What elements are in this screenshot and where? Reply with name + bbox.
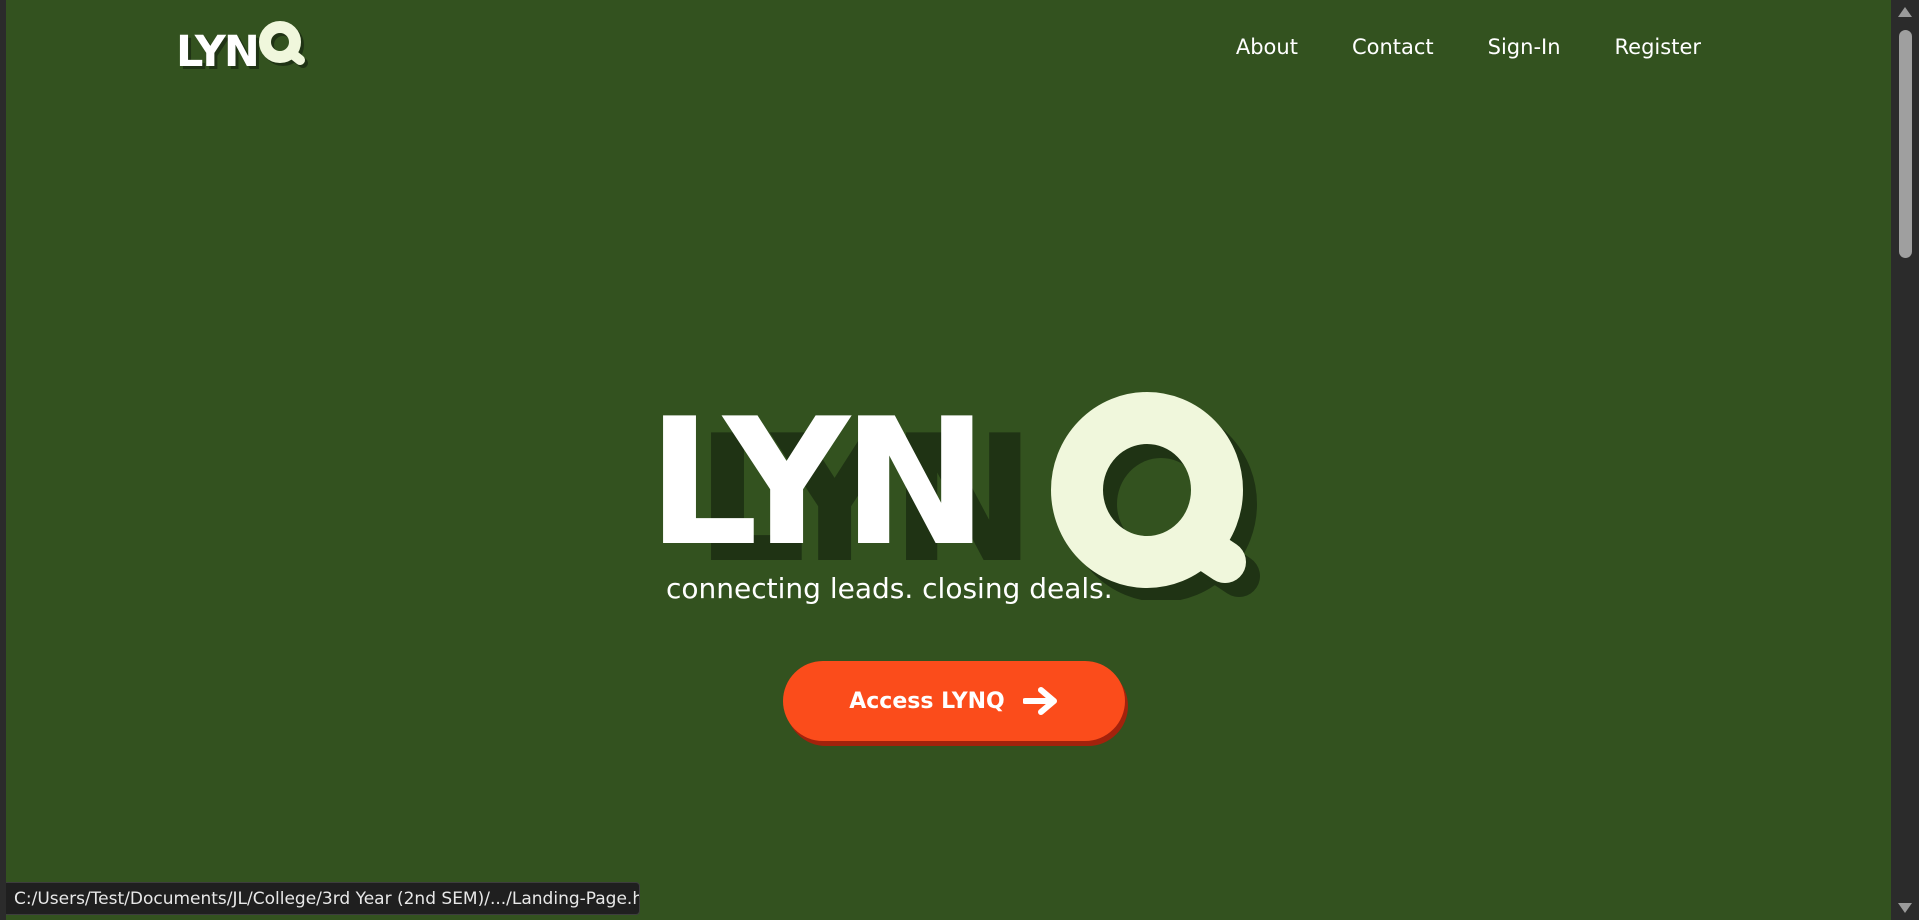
- scroll-up-icon: [1898, 7, 1912, 17]
- hero-logo-q-tail: [1171, 519, 1246, 583]
- nav-about-link[interactable]: About: [1236, 35, 1298, 59]
- header-logo-q-icon: Q: [258, 21, 308, 68]
- page-viewport: LYN Q About Contact Sign-In Register LYN…: [6, 0, 1891, 920]
- arrow-right-icon: [1022, 687, 1057, 715]
- vertical-scrollbar[interactable]: [1891, 0, 1919, 920]
- hero-tagline: connecting leads. closing deals.: [666, 572, 1113, 605]
- access-lynq-button[interactable]: Access LYNQ: [783, 661, 1125, 741]
- hero-logo-letters: LYN: [647, 390, 980, 585]
- header-logo-letters: LYN: [176, 27, 260, 77]
- header-logo[interactable]: LYN Q: [176, 18, 310, 74]
- link-status-bar: C:/Users/Test/Documents/JL/College/3rd Y…: [6, 882, 640, 915]
- scroll-down-icon: [1898, 903, 1912, 913]
- scroll-thumb[interactable]: [1899, 30, 1912, 258]
- hero-logo: LYN LYN Q: [647, 390, 1260, 600]
- access-lynq-label: Access LYNQ: [849, 688, 1005, 714]
- scroll-up-button[interactable]: [1891, 0, 1919, 24]
- scroll-down-button[interactable]: [1891, 896, 1919, 920]
- nav-sign-in-link[interactable]: Sign-In: [1488, 35, 1561, 59]
- nav-register-link[interactable]: Register: [1615, 35, 1701, 59]
- nav-contact-link[interactable]: Contact: [1352, 35, 1434, 59]
- top-nav: About Contact Sign-In Register: [1236, 35, 1701, 59]
